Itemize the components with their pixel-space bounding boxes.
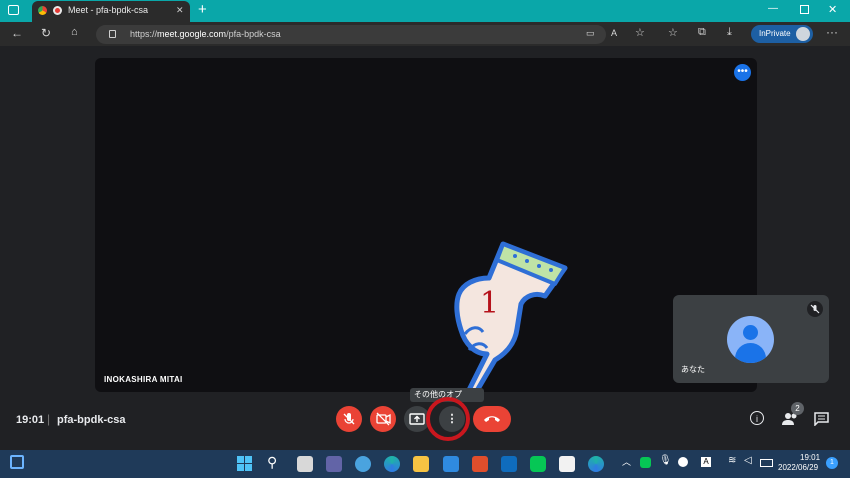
- battery-icon[interactable]: [760, 459, 773, 467]
- wifi-icon[interactable]: ≋: [728, 455, 736, 466]
- mic-toggle-button[interactable]: [336, 406, 362, 432]
- url-scheme: https://: [130, 29, 158, 39]
- profile-avatar[interactable]: [796, 27, 810, 41]
- muted-mic-icon: [807, 301, 823, 317]
- notification-badge[interactable]: 1: [826, 457, 838, 469]
- maximize-icon[interactable]: [800, 5, 809, 14]
- teams-icon[interactable]: [326, 456, 342, 472]
- back-icon[interactable]: ←: [11, 26, 23, 40]
- downloads-icon[interactable]: ⤓: [727, 26, 732, 39]
- chat-icon[interactable]: [814, 412, 829, 431]
- recording-icon: [53, 6, 62, 15]
- inprivate-label: InPrivate: [759, 29, 791, 38]
- reload-icon[interactable]: ↻: [41, 26, 51, 40]
- url-text[interactable]: https://meet.google.com/pfa-bpdk-csa: [130, 29, 281, 39]
- taskbar-clock-date[interactable]: 2022/06/29: [778, 463, 818, 472]
- meeting-time: 19:01: [16, 414, 45, 426]
- line-icon[interactable]: [530, 456, 546, 472]
- tile-more-options-icon[interactable]: •••: [734, 64, 751, 81]
- outlook-icon[interactable]: [501, 456, 517, 472]
- url-host: meet.google.com: [157, 29, 227, 39]
- minimize-icon[interactable]: —: [768, 3, 778, 14]
- read-aloud-icon[interactable]: A: [611, 28, 617, 38]
- taskbar-clock-time[interactable]: 19:01: [800, 453, 820, 462]
- favorite-star-icon[interactable]: ☆: [635, 26, 645, 39]
- pointing-hand-annotation-icon: [454, 241, 568, 401]
- favorites-icon[interactable]: ☆: [668, 26, 678, 39]
- tray-chevron-icon[interactable]: ︿: [622, 455, 631, 468]
- camera-toggle-button[interactable]: [370, 406, 396, 432]
- tray-ime-icon[interactable]: A: [701, 457, 711, 467]
- window-menu-icon[interactable]: [8, 5, 19, 15]
- people-count-badge: 2: [791, 402, 804, 415]
- office-icon[interactable]: [472, 456, 488, 472]
- edge-icon[interactable]: [384, 456, 400, 472]
- participant-name: INOKASHIRA MITAI: [104, 375, 183, 384]
- meet-favicon-icon: [38, 6, 47, 15]
- desktop-widgets-icon[interactable]: [10, 455, 24, 469]
- new-tab-icon[interactable]: +: [198, 1, 207, 18]
- task-view-icon[interactable]: [297, 456, 313, 472]
- window-close-icon[interactable]: ✕: [828, 3, 837, 16]
- main-video-tile: [95, 58, 757, 392]
- weather-icon[interactable]: [355, 456, 371, 472]
- meeting-info-icon[interactable]: i: [750, 411, 764, 425]
- start-icon[interactable]: [237, 456, 252, 471]
- end-call-button[interactable]: [473, 406, 511, 432]
- search-icon[interactable]: ⚲: [267, 454, 277, 471]
- tray-mic-icon[interactable]: 🎙: [659, 455, 672, 466]
- collections-icon[interactable]: ⧉: [698, 26, 706, 39]
- separator: |: [47, 412, 51, 426]
- lock-icon[interactable]: [109, 30, 116, 38]
- tab-close-icon[interactable]: ✕: [176, 5, 184, 16]
- tray-line-icon[interactable]: [640, 457, 651, 468]
- file-explorer-icon[interactable]: [413, 456, 429, 472]
- home-icon[interactable]: ⌂: [71, 26, 78, 38]
- camera-in-use-icon[interactable]: ▭: [586, 28, 595, 39]
- avatar: [727, 316, 774, 363]
- settings-more-icon[interactable]: ···: [826, 25, 838, 39]
- url-path: /pfa-bpdk-csa: [226, 29, 281, 39]
- tray-app-icon[interactable]: [678, 457, 688, 467]
- edge-inprivate-icon[interactable]: [588, 456, 604, 472]
- volume-icon[interactable]: ◁: [744, 455, 752, 466]
- self-name: あなた: [681, 365, 705, 374]
- meeting-code: pfa-bpdk-csa: [57, 414, 126, 426]
- tab-title: Meet - pfa-bpdk-csa: [68, 5, 149, 15]
- highlight-circle-annotation: [426, 397, 470, 441]
- mail-icon[interactable]: [443, 456, 459, 472]
- step-number: 1: [480, 286, 500, 321]
- character-app-icon[interactable]: [559, 456, 575, 472]
